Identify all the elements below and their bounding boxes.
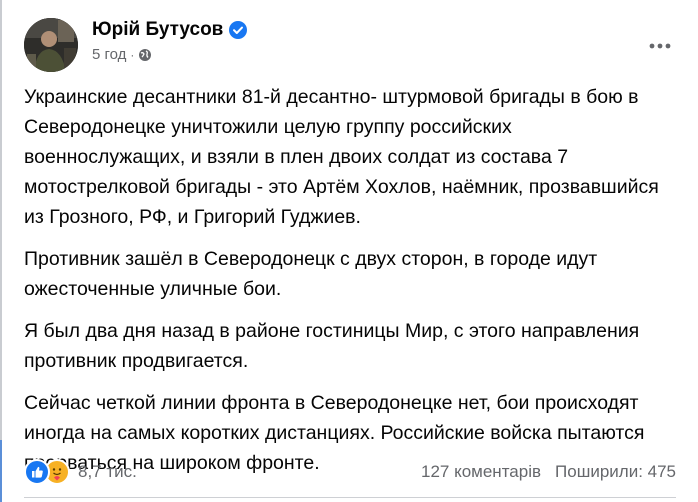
post-paragraph: Противник зашёл в Северодонецк с двух ст… bbox=[24, 248, 598, 300]
post-timestamp[interactable]: 5 год bbox=[92, 46, 126, 63]
comments-count[interactable]: 127 коментарів bbox=[421, 462, 541, 482]
author-name[interactable]: Юрій Бутусов bbox=[92, 19, 223, 41]
post-footer: 8,7 тис. 127 коментарів Поширили: 475 bbox=[24, 455, 676, 489]
engagement-stats: 127 коментарів Поширили: 475 bbox=[421, 462, 676, 482]
reaction-count[interactable]: 8,7 тис. bbox=[78, 462, 137, 482]
more-options-icon bbox=[649, 43, 671, 49]
left-border bbox=[0, 0, 2, 502]
avatar[interactable] bbox=[24, 18, 78, 72]
post-meta: 5 год · bbox=[92, 46, 152, 63]
post-paragraph: Я был два дня назад в районе гостиницы М… bbox=[24, 320, 640, 372]
globe-icon[interactable] bbox=[138, 48, 152, 62]
like-reaction-icon bbox=[24, 459, 50, 485]
meta-separator: · bbox=[130, 47, 135, 62]
author-row: Юрій Бутусов bbox=[92, 19, 248, 41]
post-paragraph: Украинские десантники 81-й десантно- шту… bbox=[24, 86, 659, 228]
left-border-accent bbox=[0, 440, 2, 502]
reactions-summary[interactable]: 8,7 тис. bbox=[24, 459, 137, 485]
footer-divider bbox=[24, 497, 676, 498]
more-options-button[interactable] bbox=[642, 28, 678, 64]
post-text: Украинские десантники 81-й десантно- шту… bbox=[24, 82, 674, 490]
post-header: Юрій Бутусов 5 год · bbox=[24, 18, 678, 74]
avatar-photo bbox=[24, 18, 78, 72]
shares-count[interactable]: Поширили: 475 bbox=[555, 462, 676, 482]
verified-badge-icon bbox=[229, 21, 248, 39]
